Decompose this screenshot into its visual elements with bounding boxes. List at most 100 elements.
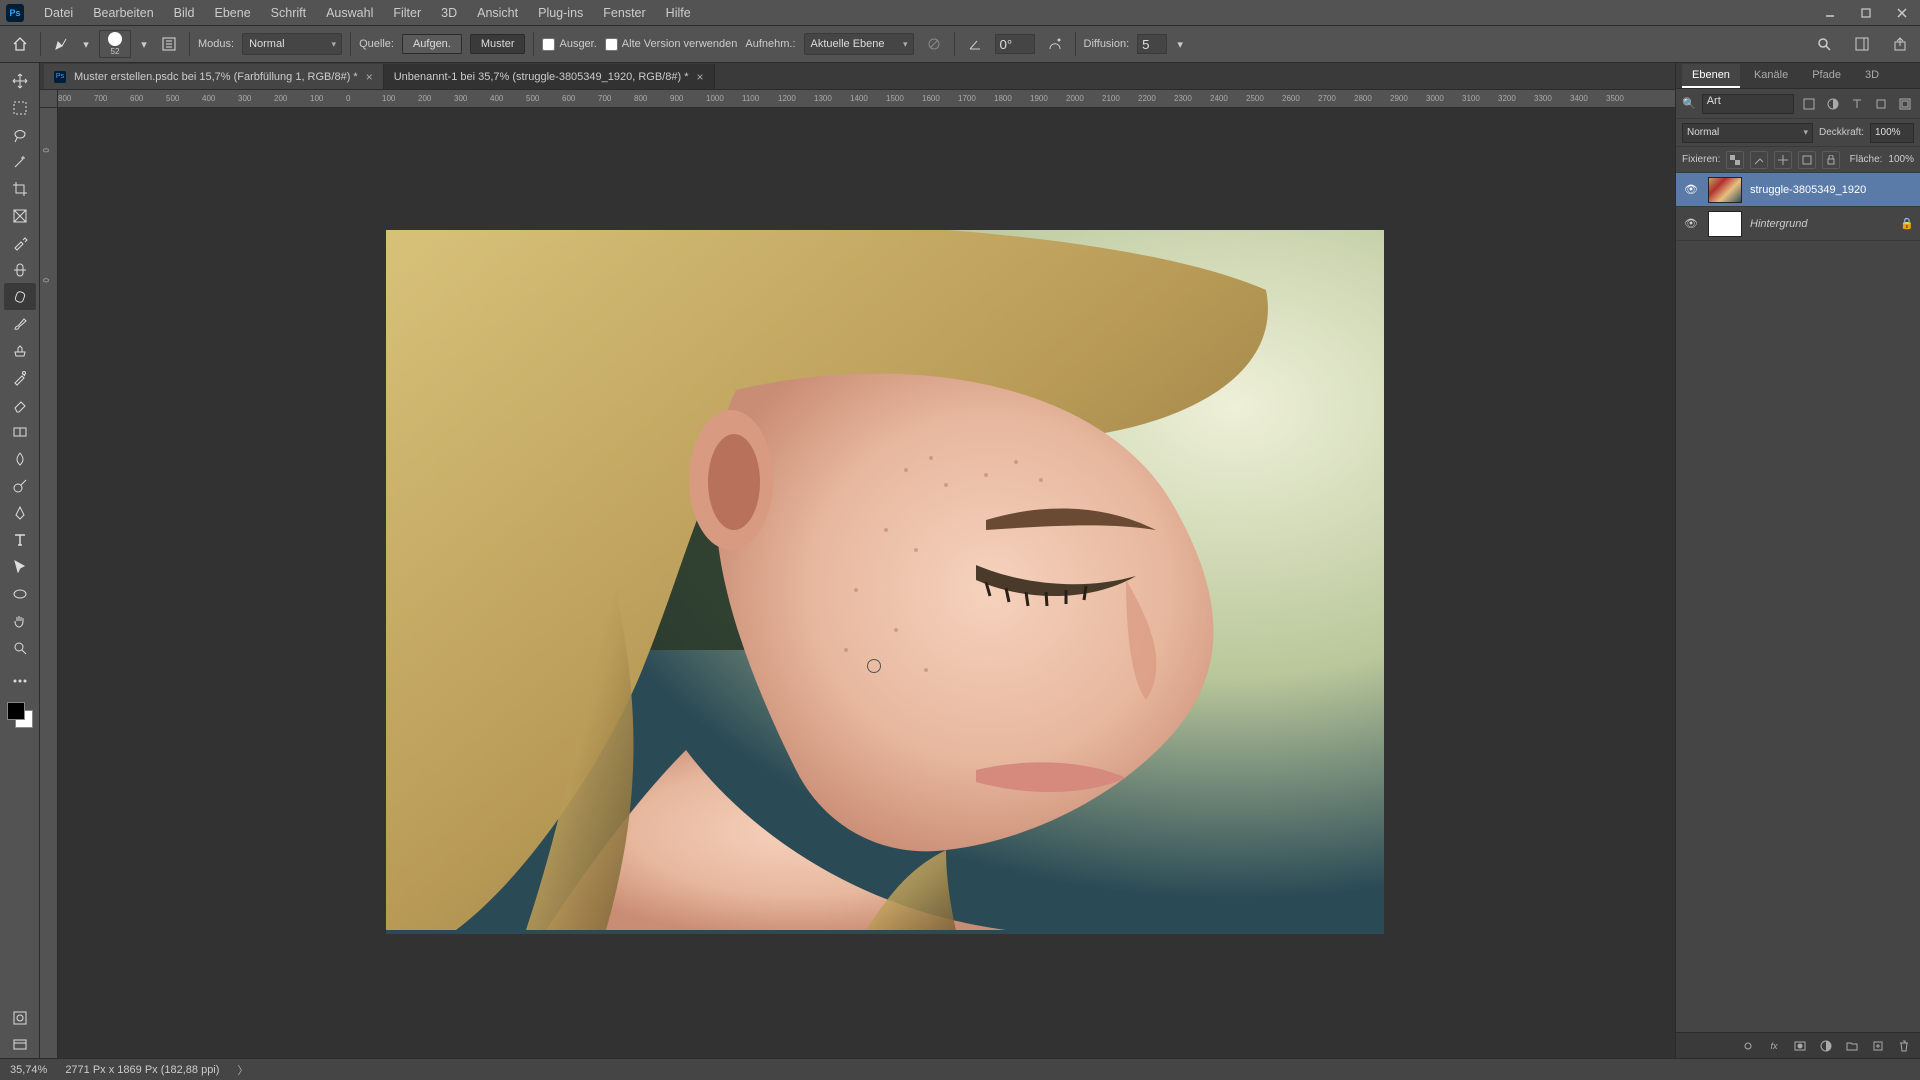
adjustment-layer-button[interactable] [1818,1038,1834,1054]
document-info[interactable]: 2771 Px x 1869 Px (182,88 ppi) [65,1064,219,1076]
legacy-checkbox[interactable]: Alte Version verwenden [605,38,738,51]
opacity-input[interactable]: 100% [1870,123,1914,143]
foreground-color-swatch[interactable] [7,702,25,720]
menu-ebene[interactable]: Ebene [205,0,261,26]
delete-layer-button[interactable] [1896,1038,1912,1054]
tool-marquee[interactable] [4,94,36,121]
tool-frame[interactable] [4,202,36,229]
layer-visibility-toggle[interactable]: 👁 [1682,217,1700,230]
home-button[interactable] [8,32,32,56]
panel-tab-pfade[interactable]: Pfade [1802,64,1851,88]
diffusion-dropdown[interactable]: ▾ [1175,38,1185,51]
brush-preset-dropdown[interactable]: ▾ [139,38,149,51]
menu-datei[interactable]: Datei [34,0,83,26]
layer-row[interactable]: 👁struggle-3805349_1920 [1676,173,1920,207]
menu-3d[interactable]: 3D [431,0,467,26]
tool-spot-heal[interactable] [4,256,36,283]
document-tab[interactable]: Ps Muster erstellen.psdc bei 15,7% (Farb… [44,64,384,89]
lock-position-button[interactable] [1774,151,1792,169]
screen-mode-button[interactable] [4,1031,36,1058]
layer-row[interactable]: 👁Hintergrund🔒 [1676,207,1920,241]
color-swatches[interactable] [5,700,35,730]
panel-tab-kanaele[interactable]: Kanäle [1744,64,1798,88]
tool-preset-dropdown[interactable]: ▾ [81,38,91,51]
canvas-image[interactable] [386,230,1384,934]
menu-ansicht[interactable]: Ansicht [467,0,528,26]
brush-preset-picker[interactable]: 52 [99,30,131,58]
lock-artboard-button[interactable] [1798,151,1816,169]
lock-all-button[interactable] [1822,151,1840,169]
fill-input[interactable]: 100% [1888,154,1914,165]
tool-healing-brush[interactable] [4,283,36,310]
tool-lasso[interactable] [4,121,36,148]
menu-filter[interactable]: Filter [383,0,431,26]
share-button[interactable] [1888,32,1912,56]
layer-fx-button[interactable]: fx [1766,1038,1782,1054]
tool-preset-picker[interactable] [49,32,73,56]
tool-gradient[interactable] [4,418,36,445]
status-flyout-button[interactable]: 〉 [237,1062,248,1078]
blend-mode-select[interactable]: Normal [1682,123,1813,143]
panel-tab-3d[interactable]: 3D [1855,64,1889,88]
window-close-button[interactable] [1884,0,1920,26]
tool-type[interactable] [4,526,36,553]
tool-edit-toolbar[interactable] [4,667,36,694]
menu-plugins[interactable]: Plug-ins [528,0,593,26]
mode-select[interactable]: Normal [242,33,342,55]
close-tab-button[interactable]: × [366,70,373,84]
tool-brush[interactable] [4,310,36,337]
legacy-checkbox-input[interactable] [605,38,618,51]
ruler-vertical[interactable]: 00 [40,108,58,1058]
menu-bild[interactable]: Bild [164,0,205,26]
angle-input[interactable] [995,34,1035,54]
tool-pen[interactable] [4,499,36,526]
tool-move[interactable] [4,67,36,94]
search-button[interactable] [1812,32,1836,56]
layer-filter-select[interactable]: Art [1702,94,1794,114]
tool-clone-stamp[interactable] [4,337,36,364]
layer-mask-button[interactable] [1792,1038,1808,1054]
zoom-level[interactable]: 35,74% [10,1064,47,1076]
filter-shape-icon[interactable] [1872,95,1890,113]
tool-shape[interactable] [4,580,36,607]
sample-select[interactable]: Aktuelle Ebene [804,33,914,55]
menu-fenster[interactable]: Fenster [593,0,655,26]
tool-eyedropper[interactable] [4,229,36,256]
tool-history-brush[interactable] [4,364,36,391]
canvas-viewport[interactable] [58,108,1675,1058]
menu-auswahl[interactable]: Auswahl [316,0,383,26]
layer-thumbnail[interactable] [1708,177,1742,203]
layer-name[interactable]: Hintergrund [1750,218,1807,230]
workspace-button[interactable] [1850,32,1874,56]
filter-pixel-icon[interactable] [1800,95,1818,113]
menu-schrift[interactable]: Schrift [261,0,316,26]
tool-blur[interactable] [4,445,36,472]
document-tab[interactable]: Unbenannt-1 bei 35,7% (struggle-3805349_… [384,64,715,89]
window-minimize-button[interactable] [1812,0,1848,26]
tool-zoom[interactable] [4,634,36,661]
lock-paint-button[interactable] [1750,151,1768,169]
panel-tab-ebenen[interactable]: Ebenen [1682,64,1740,88]
menu-hilfe[interactable]: Hilfe [656,0,701,26]
tool-hand[interactable] [4,607,36,634]
layer-thumbnail[interactable] [1708,211,1742,237]
tool-path-select[interactable] [4,553,36,580]
ignore-adjustment-button[interactable] [922,32,946,56]
layer-name[interactable]: struggle-3805349_1920 [1750,184,1866,196]
filter-type-icon[interactable] [1848,95,1866,113]
window-maximize-button[interactable] [1848,0,1884,26]
filter-smart-icon[interactable] [1896,95,1914,113]
ruler-origin[interactable] [40,90,58,108]
layer-group-button[interactable] [1844,1038,1860,1054]
source-sampled-button[interactable]: Aufgen. [402,34,462,54]
link-layers-button[interactable] [1740,1038,1756,1054]
tool-eraser[interactable] [4,391,36,418]
brush-settings-button[interactable] [157,32,181,56]
ruler-horizontal[interactable]: 8007006005004003002001000100200300400500… [58,90,1675,108]
quick-mask-button[interactable] [4,1004,36,1031]
aligned-checkbox-input[interactable] [542,38,555,51]
lock-pixels-button[interactable] [1726,151,1744,169]
new-layer-button[interactable] [1870,1038,1886,1054]
tool-crop[interactable] [4,175,36,202]
tool-wand[interactable] [4,148,36,175]
